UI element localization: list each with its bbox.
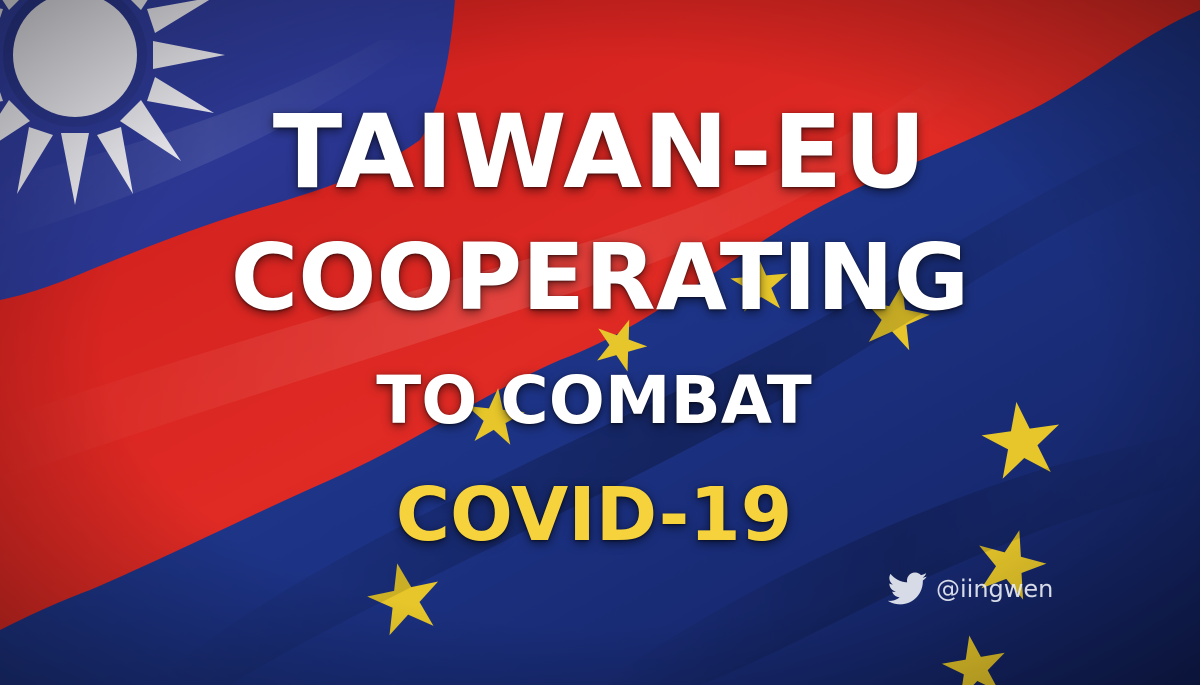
headline-line-1: TAIWAN-EU [272,93,928,212]
headline-line-3: TO COMBAT [376,362,812,439]
poster-image: TAIWAN-EU COOPERATING TO COMBAT COVID-19… [0,0,1200,685]
twitter-credit: @iingwen [888,572,1053,606]
headline-line-2: COOPERATING [230,224,970,331]
headline-line-4: COVID-19 [395,472,793,558]
twitter-handle: @iingwen [936,575,1054,603]
twitter-bird-icon [888,572,928,606]
